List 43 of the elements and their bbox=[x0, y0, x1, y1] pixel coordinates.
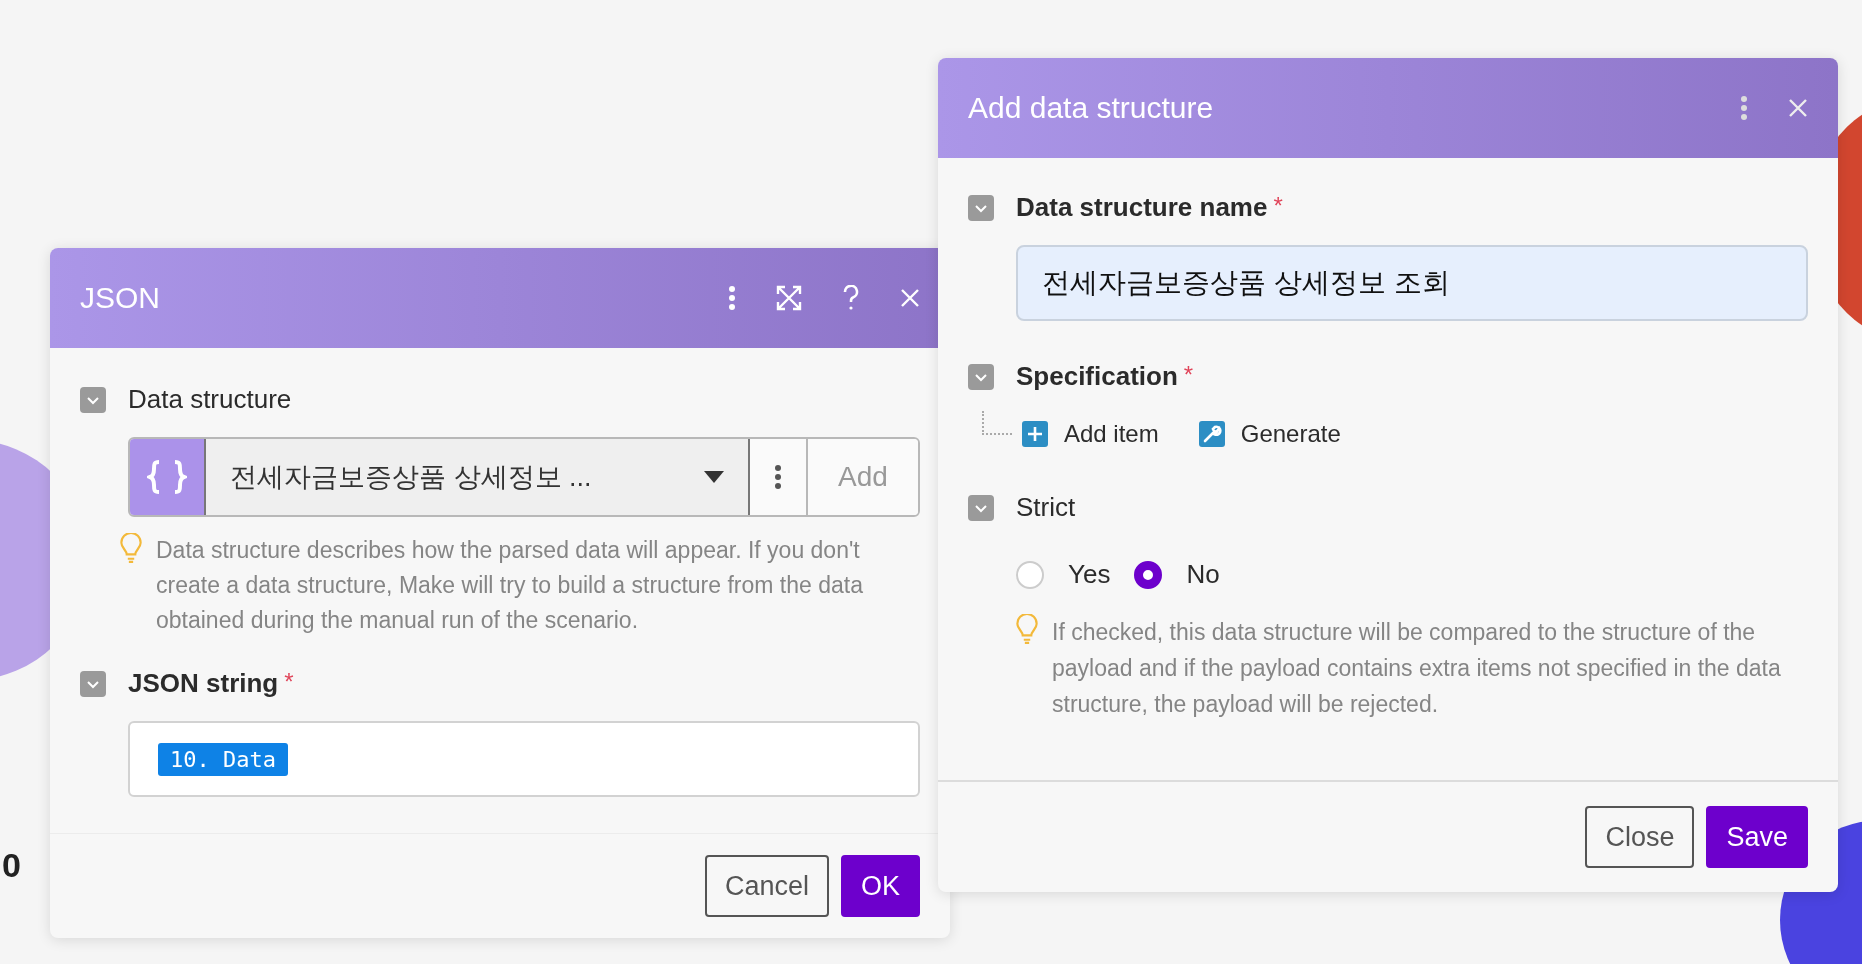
caret-icon bbox=[704, 471, 724, 483]
ok-button[interactable]: OK bbox=[841, 855, 920, 917]
required-mark: * bbox=[1273, 192, 1283, 220]
radio-option[interactable]: Yes bbox=[1016, 559, 1111, 590]
json-string-field[interactable]: 10. Data bbox=[128, 721, 920, 797]
generate-button[interactable]: Generate bbox=[1198, 420, 1341, 448]
close-button[interactable]: Close bbox=[1585, 806, 1695, 868]
name-input-field[interactable]: 전세자금보증상품 상세정보 조회 bbox=[1016, 245, 1808, 321]
save-button[interactable]: Save bbox=[1706, 806, 1808, 868]
add-item-button[interactable]: Add item bbox=[1022, 420, 1159, 448]
dialog-title: JSON bbox=[80, 281, 160, 315]
more-icon[interactable] bbox=[1740, 95, 1748, 121]
required-mark: * bbox=[1183, 361, 1194, 389]
more-icon[interactable] bbox=[728, 285, 736, 311]
plus-icon bbox=[1022, 421, 1048, 447]
wrench-icon bbox=[1198, 421, 1225, 447]
collapse-toggle-icon[interactable] bbox=[80, 670, 106, 697]
hint-text: If checked, this data structure will be compared to the structure of the payload and if the payload contains extra items not specified in the data structure, the payload will be rejected. bbox=[1052, 618, 1782, 719]
cancel-button[interactable]: Cancel bbox=[704, 855, 829, 917]
lightbulb-icon bbox=[120, 533, 142, 563]
lightbulb-icon bbox=[1016, 614, 1038, 644]
json-module-icon bbox=[130, 439, 206, 515]
data-structure-select[interactable]: 전세자금보증상품 상세정보 ... bbox=[206, 439, 750, 515]
close-icon[interactable] bbox=[1788, 98, 1808, 118]
expand-icon[interactable] bbox=[776, 285, 802, 311]
collapse-toggle-icon[interactable] bbox=[80, 386, 106, 413]
hint-text: Data structure describes how the parsed data will appear. If you don't create a data structure, Make will try to build a structure from the data obtained during the manual run of the scenario. bbox=[156, 536, 864, 635]
mapped-value-tag[interactable]: 10. Data bbox=[158, 742, 288, 776]
field-label: Strict bbox=[1016, 492, 1076, 523]
more-icon bbox=[774, 464, 782, 490]
collapse-toggle-icon[interactable] bbox=[968, 494, 994, 521]
dialog-title: Add data structure bbox=[968, 91, 1214, 125]
collapse-toggle-icon[interactable] bbox=[968, 194, 994, 221]
collapse-toggle-icon[interactable] bbox=[968, 363, 994, 390]
module-label: 0 bbox=[2, 846, 21, 885]
field-label: Data structure name bbox=[1016, 192, 1268, 223]
required-mark: * bbox=[284, 668, 294, 696]
tree-connector bbox=[982, 411, 1012, 435]
radio-option[interactable]: No bbox=[1134, 559, 1220, 590]
field-label: Specification bbox=[1016, 361, 1178, 392]
field-label: JSON string bbox=[128, 668, 279, 699]
help-icon[interactable] bbox=[842, 285, 860, 311]
field-label: Data structure bbox=[128, 384, 292, 415]
